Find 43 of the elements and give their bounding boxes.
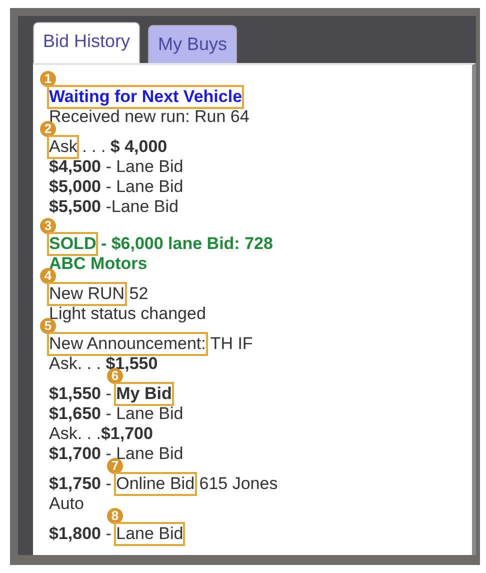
log-text: $1,800 bbox=[49, 524, 101, 544]
highlighted-text: My Bid bbox=[116, 384, 172, 404]
log-text: - Lane Bid bbox=[104, 157, 184, 177]
log-text: $ 4,000 bbox=[110, 137, 168, 157]
log-text: Ask. . . bbox=[49, 354, 102, 374]
log-text: $1,750 bbox=[49, 474, 101, 494]
log-text: Ask. . . bbox=[49, 424, 101, 444]
callout-badge: 4 bbox=[40, 268, 56, 284]
log-text: Auto bbox=[49, 494, 84, 514]
tab[interactable]: My Buys bbox=[148, 25, 238, 63]
log-text: - bbox=[104, 524, 112, 544]
callout-badge: 8 bbox=[107, 508, 123, 524]
log-text: $5,500 bbox=[49, 197, 101, 217]
callout-badge: 1 bbox=[40, 71, 56, 87]
tab[interactable]: Bid History bbox=[33, 22, 140, 63]
callout-badge: 3 bbox=[40, 218, 56, 234]
log-text: TH IF bbox=[209, 334, 253, 354]
highlighted-text: Waiting for Next Vehicle bbox=[49, 87, 242, 107]
log-text: $1,650 bbox=[49, 404, 101, 424]
log-text: $1,550 bbox=[49, 384, 101, 404]
log-text: - Lane Bid bbox=[104, 404, 184, 424]
highlighted-text: SOLD bbox=[49, 234, 96, 254]
log-text: - $6,000 lane Bid: 728 bbox=[100, 234, 273, 254]
log-text: $1,700 bbox=[100, 424, 153, 444]
log-text: - bbox=[104, 384, 112, 404]
highlighted-text: Ask bbox=[49, 137, 78, 157]
log-text: $1,700 bbox=[49, 444, 101, 464]
log-text: 615 Jones bbox=[198, 474, 278, 494]
log-text: . . . bbox=[81, 137, 107, 157]
callout-badge: 2 bbox=[40, 121, 56, 137]
log-text: $4,500 bbox=[49, 157, 101, 177]
highlighted-text: New RUN bbox=[49, 284, 125, 304]
callout-badge: 5 bbox=[40, 318, 56, 334]
highlighted-text: Online Bid bbox=[116, 474, 195, 494]
log-text: - Lane Bid bbox=[104, 177, 184, 197]
log-text: -Lane Bid bbox=[104, 197, 178, 217]
callout-badge: 6 bbox=[107, 368, 123, 384]
log-text: $5,000 bbox=[49, 177, 101, 197]
callout-badge: 7 bbox=[107, 458, 123, 474]
highlighted-text: New Announcement: bbox=[49, 334, 206, 354]
highlighted-text: Lane Bid bbox=[116, 524, 184, 544]
log-text: - bbox=[104, 474, 112, 494]
log-text: 52 bbox=[128, 284, 148, 304]
